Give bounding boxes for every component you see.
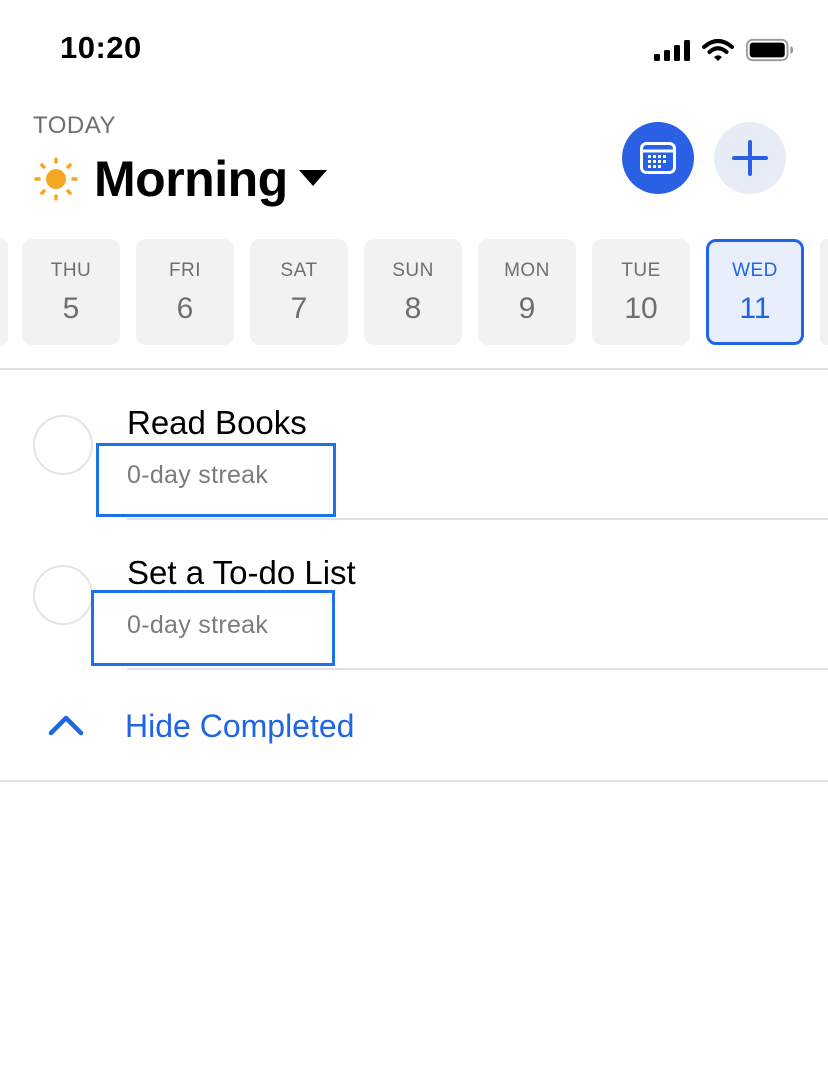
cellular-signal-icon [654,39,690,61]
habit-name: Read Books [127,404,307,441]
day-name: THU [50,260,92,281]
habit-name: Set a To-do List [127,554,356,591]
caret-down-icon[interactable] [298,169,328,187]
period-title[interactable]: Morning [94,150,288,208]
day-name: WED [732,260,778,281]
day-number: 10 [624,292,658,325]
status-icons [654,36,794,64]
calendar-button[interactable] [622,122,694,194]
day-number: 5 [62,292,80,325]
day-name: FRI [168,260,202,281]
day-partial-right[interactable] [820,239,828,345]
screen: 10:20 TODAY Morning THU 5 FRI 6 SAT 7 SU… [0,0,828,1080]
day-fri[interactable]: FRI 6 [136,239,234,345]
status-time: 10:20 [60,30,142,65]
habit-check-circle[interactable] [33,415,93,475]
calendar-icon [640,142,676,174]
day-name: TUE [621,260,661,281]
hide-completed-button[interactable]: Hide Completed [0,670,828,780]
day-thu[interactable]: THU 5 [22,239,120,345]
day-number: 11 [739,292,771,325]
hide-completed-label: Hide Completed [125,708,355,744]
streak-highlight-box [96,443,336,517]
habit-check-circle[interactable] [33,565,93,625]
day-tue[interactable]: TUE 10 [592,239,690,345]
day-number: 6 [176,292,194,325]
day-wed-selected[interactable]: WED 11 [706,239,804,345]
day-name: MON [504,260,550,281]
today-label: TODAY [33,112,116,139]
day-name: SUN [392,260,434,281]
day-sun[interactable]: SUN 8 [364,239,462,345]
battery-icon [746,38,794,62]
day-partial-left[interactable] [0,239,8,345]
sun-icon [34,157,78,201]
day-number: 9 [518,292,536,325]
day-name: SAT [280,260,318,281]
streak-highlight-box [91,590,335,666]
add-button[interactable] [714,122,786,194]
day-number: 8 [404,292,422,325]
week-strip: THU 5 FRI 6 SAT 7 SUN 8 MON 9 TUE 10 WED… [0,239,828,345]
day-number: 7 [290,292,308,325]
day-mon[interactable]: MON 9 [478,239,576,345]
plus-icon [732,140,768,176]
wifi-icon [702,39,734,61]
divider [0,780,828,782]
day-sat[interactable]: SAT 7 [250,239,348,345]
chevron-up-icon [48,715,84,736]
